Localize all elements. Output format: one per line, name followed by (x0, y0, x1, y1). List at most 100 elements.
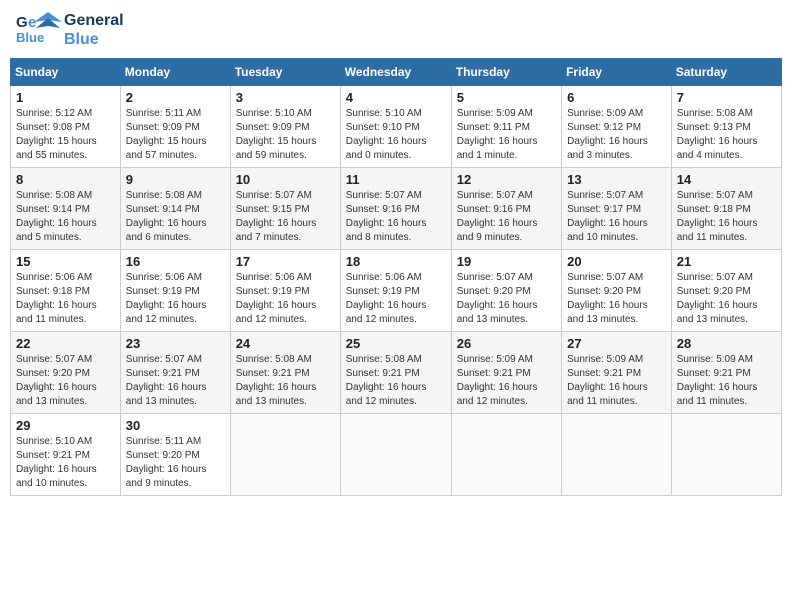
header-tuesday: Tuesday (230, 59, 340, 86)
day-cell-19: 19 Sunrise: 5:07 AMSunset: 9:20 PMDayligh… (451, 250, 561, 332)
day-cell-15: 15 Sunrise: 5:06 AMSunset: 9:18 PMDayligh… (11, 250, 121, 332)
day-info: Sunrise: 5:07 AMSunset: 9:20 PMDaylight:… (457, 271, 556, 327)
day-info: Sunrise: 5:07 AMSunset: 9:20 PMDaylight:… (677, 271, 776, 327)
day-info: Sunrise: 5:08 AMSunset: 9:14 PMDaylight:… (126, 189, 225, 245)
empty-cell (340, 414, 451, 496)
day-info: Sunrise: 5:08 AMSunset: 9:13 PMDaylight:… (677, 107, 776, 163)
day-number: 2 (126, 90, 225, 105)
day-info: Sunrise: 5:06 AMSunset: 9:19 PMDaylight:… (346, 271, 446, 327)
day-info: Sunrise: 5:07 AMSunset: 9:17 PMDaylight:… (567, 189, 666, 245)
day-info: Sunrise: 5:07 AMSunset: 9:18 PMDaylight:… (677, 189, 776, 245)
day-cell-21: 21 Sunrise: 5:07 AMSunset: 9:20 PMDayligh… (671, 250, 781, 332)
day-info: Sunrise: 5:06 AMSunset: 9:19 PMDaylight:… (126, 271, 225, 327)
calendar-row: 15 Sunrise: 5:06 AMSunset: 9:18 PMDayligh… (11, 250, 782, 332)
day-cell-16: 16 Sunrise: 5:06 AMSunset: 9:19 PMDayligh… (120, 250, 230, 332)
day-info: Sunrise: 5:08 AMSunset: 9:14 PMDaylight:… (16, 189, 115, 245)
page-header: G e Blue General Blue (10, 10, 782, 50)
day-cell-2: 2 Sunrise: 5:11 AMSunset: 9:09 PMDaylight… (120, 86, 230, 168)
day-info: Sunrise: 5:11 AMSunset: 9:20 PMDaylight:… (126, 435, 225, 491)
day-number: 27 (567, 336, 666, 351)
day-number: 15 (16, 254, 115, 269)
day-number: 25 (346, 336, 446, 351)
svg-text:G: G (16, 14, 28, 31)
day-number: 4 (346, 90, 446, 105)
header-thursday: Thursday (451, 59, 561, 86)
day-info: Sunrise: 5:09 AMSunset: 9:12 PMDaylight:… (567, 107, 666, 163)
day-number: 13 (567, 172, 666, 187)
empty-cell (230, 414, 340, 496)
day-info: Sunrise: 5:07 AMSunset: 9:21 PMDaylight:… (126, 353, 225, 409)
day-info: Sunrise: 5:09 AMSunset: 9:21 PMDaylight:… (457, 353, 556, 409)
svg-text:Blue: Blue (16, 30, 44, 45)
day-info: Sunrise: 5:11 AMSunset: 9:09 PMDaylight:… (126, 107, 225, 163)
day-cell-11: 11 Sunrise: 5:07 AMSunset: 9:16 PMDayligh… (340, 168, 451, 250)
day-cell-6: 6 Sunrise: 5:09 AMSunset: 9:12 PMDaylight… (562, 86, 672, 168)
day-number: 20 (567, 254, 666, 269)
day-cell-26: 26Sunrise: 5:09 AMSunset: 9:21 PMDayligh… (451, 332, 561, 414)
day-info: Sunrise: 5:10 AMSunset: 9:21 PMDaylight:… (16, 435, 115, 491)
day-cell-30: 30Sunrise: 5:11 AMSunset: 9:20 PMDayligh… (120, 414, 230, 496)
day-info: Sunrise: 5:07 AMSunset: 9:16 PMDaylight:… (346, 189, 446, 245)
day-cell-10: 10 Sunrise: 5:07 AMSunset: 9:15 PMDayligh… (230, 168, 340, 250)
day-cell-25: 25Sunrise: 5:08 AMSunset: 9:21 PMDayligh… (340, 332, 451, 414)
logo: G e Blue General Blue (14, 10, 124, 50)
day-number: 11 (346, 172, 446, 187)
day-info: Sunrise: 5:10 AMSunset: 9:09 PMDaylight:… (236, 107, 335, 163)
calendar-header-row: SundayMondayTuesdayWednesdayThursdayFrid… (11, 59, 782, 86)
day-number: 19 (457, 254, 556, 269)
logo-text-block: General Blue (64, 11, 124, 49)
day-info: Sunrise: 5:10 AMSunset: 9:10 PMDaylight:… (346, 107, 446, 163)
calendar-row: 29 Sunrise: 5:10 AMSunset: 9:21 PMDayligh… (11, 414, 782, 496)
day-info: Sunrise: 5:08 AMSunset: 9:21 PMDaylight:… (236, 353, 335, 409)
day-number: 1 (16, 90, 115, 105)
day-number: 7 (677, 90, 776, 105)
empty-cell (671, 414, 781, 496)
day-cell-24: 24 Sunrise: 5:08 AMSunset: 9:21 PMDayligh… (230, 332, 340, 414)
header-friday: Friday (562, 59, 672, 86)
day-number: 10 (236, 172, 335, 187)
day-cell-4: 4 Sunrise: 5:10 AMSunset: 9:10 PMDaylight… (340, 86, 451, 168)
day-info: Sunrise: 5:07 AMSunset: 9:20 PMDaylight:… (567, 271, 666, 327)
empty-cell (451, 414, 561, 496)
day-cell-12: 12 Sunrise: 5:07 AMSunset: 9:16 PMDayligh… (451, 168, 561, 250)
logo-blue: Blue (64, 30, 124, 49)
day-number: 12 (457, 172, 556, 187)
day-number: 6 (567, 90, 666, 105)
day-cell-22: 22Sunrise: 5:07 AMSunset: 9:20 PMDayligh… (11, 332, 121, 414)
day-cell-28: 28Sunrise: 5:09 AMSunset: 9:21 PMDayligh… (671, 332, 781, 414)
day-info: Sunrise: 5:07 AMSunset: 9:15 PMDaylight:… (236, 189, 335, 245)
day-number: 14 (677, 172, 776, 187)
day-number: 24 (236, 336, 335, 351)
day-number: 8 (16, 172, 115, 187)
calendar-row: 8 Sunrise: 5:08 AMSunset: 9:14 PMDaylight… (11, 168, 782, 250)
day-cell-18: 18 Sunrise: 5:06 AMSunset: 9:19 PMDayligh… (340, 250, 451, 332)
day-number: 21 (677, 254, 776, 269)
day-info: Sunrise: 5:07 AMSunset: 9:20 PMDaylight:… (16, 353, 115, 409)
day-cell-27: 27 Sunrise: 5:09 AMSunset: 9:21 PMDayligh… (562, 332, 672, 414)
day-cell-20: 20 Sunrise: 5:07 AMSunset: 9:20 PMDayligh… (562, 250, 672, 332)
empty-cell (562, 414, 672, 496)
day-info: Sunrise: 5:07 AMSunset: 9:16 PMDaylight:… (457, 189, 556, 245)
logo-svg: G e Blue (14, 10, 64, 50)
day-info: Sunrise: 5:09 AMSunset: 9:11 PMDaylight:… (457, 107, 556, 163)
day-number: 29 (16, 418, 115, 433)
day-cell-3: 3Sunrise: 5:10 AMSunset: 9:09 PMDaylight… (230, 86, 340, 168)
calendar-row: 22Sunrise: 5:07 AMSunset: 9:20 PMDayligh… (11, 332, 782, 414)
day-cell-17: 17Sunrise: 5:06 AMSunset: 9:19 PMDayligh… (230, 250, 340, 332)
calendar-table: SundayMondayTuesdayWednesdayThursdayFrid… (10, 58, 782, 496)
header-wednesday: Wednesday (340, 59, 451, 86)
day-cell-1: 1Sunrise: 5:12 AMSunset: 9:08 PMDaylight… (11, 86, 121, 168)
day-cell-8: 8 Sunrise: 5:08 AMSunset: 9:14 PMDaylight… (11, 168, 121, 250)
day-number: 23 (126, 336, 225, 351)
day-number: 16 (126, 254, 225, 269)
svg-text:e: e (28, 14, 36, 31)
day-cell-14: 14 Sunrise: 5:07 AMSunset: 9:18 PMDayligh… (671, 168, 781, 250)
day-number: 17 (236, 254, 335, 269)
day-info: Sunrise: 5:06 AMSunset: 9:18 PMDaylight:… (16, 271, 115, 327)
day-number: 18 (346, 254, 446, 269)
day-info: Sunrise: 5:09 AMSunset: 9:21 PMDaylight:… (567, 353, 666, 409)
day-number: 9 (126, 172, 225, 187)
day-number: 5 (457, 90, 556, 105)
header-sunday: Sunday (11, 59, 121, 86)
calendar-row: 1Sunrise: 5:12 AMSunset: 9:08 PMDaylight… (11, 86, 782, 168)
